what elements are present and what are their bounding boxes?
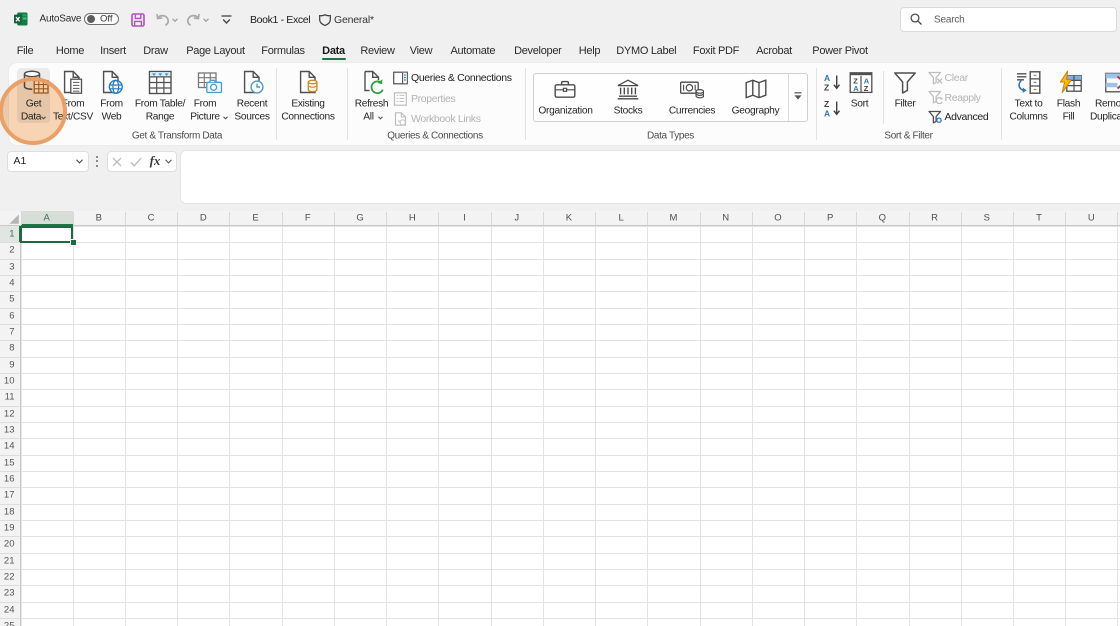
svg-text:A: A xyxy=(824,73,830,83)
svg-text:Z: Z xyxy=(824,99,829,109)
svg-text:Z: Z xyxy=(863,84,868,93)
svg-text:A: A xyxy=(853,84,859,93)
svg-text:A: A xyxy=(824,108,830,118)
svg-text:Z: Z xyxy=(824,82,829,92)
